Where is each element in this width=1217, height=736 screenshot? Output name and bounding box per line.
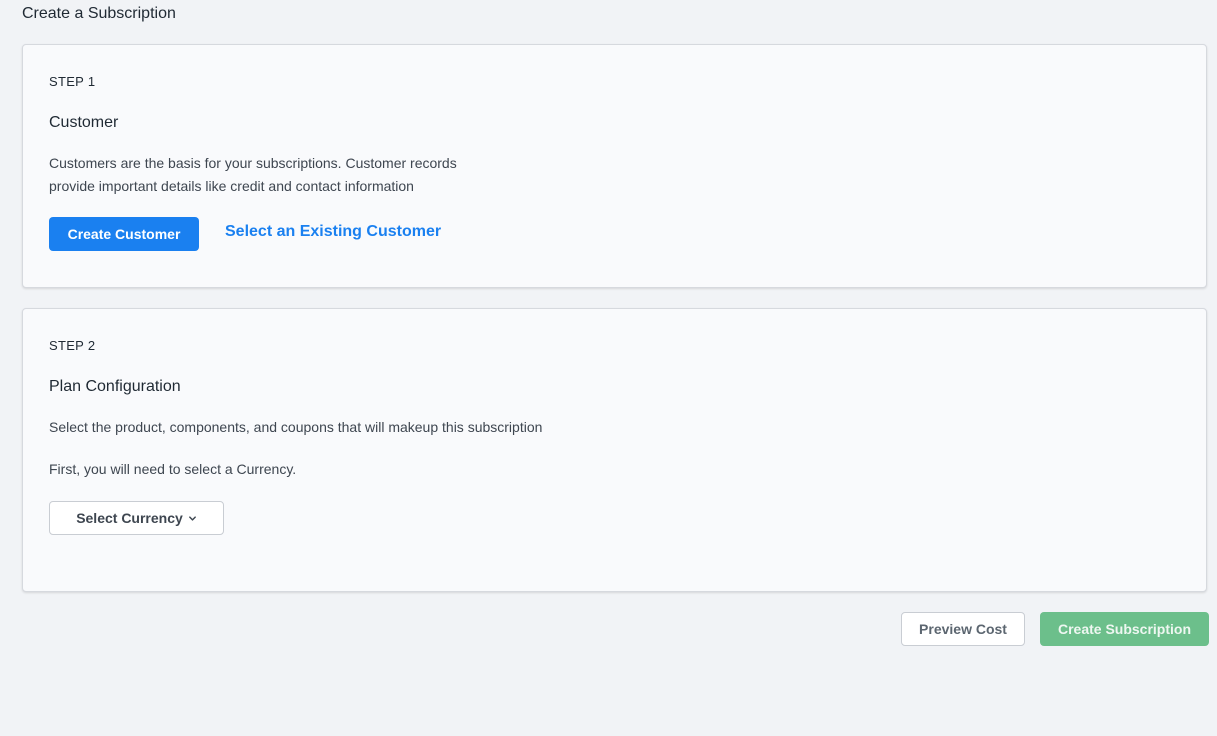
page-title: Create a Subscription (22, 5, 176, 22)
step-1-description: Customers are the basis for your subscri… (49, 152, 457, 198)
step-2-title: Plan Configuration (49, 378, 181, 395)
create-customer-button[interactable]: Create Customer (49, 217, 199, 251)
preview-cost-button[interactable]: Preview Cost (901, 612, 1025, 646)
step-1-description-line-2: provide important details like credit an… (49, 178, 414, 194)
chevron-down-icon (188, 515, 196, 521)
step-1-label: STEP 1 (49, 74, 96, 89)
select-currency-dropdown[interactable]: Select Currency (49, 501, 224, 535)
create-subscription-button[interactable]: Create Subscription (1040, 612, 1209, 646)
select-existing-customer-link[interactable]: Select an Existing Customer (225, 223, 441, 241)
select-currency-label: Select Currency (76, 510, 183, 526)
step-2-label: STEP 2 (49, 338, 96, 353)
step-1-description-line-1: Customers are the basis for your subscri… (49, 155, 457, 171)
step-1-title: Customer (49, 114, 119, 131)
step-2-card: STEP 2 Plan Configuration Select the pro… (22, 308, 1207, 592)
step-1-card: STEP 1 Customer Customers are the basis … (22, 44, 1207, 288)
step-2-description: Select the product, components, and coup… (49, 419, 543, 435)
currency-note: First, you will need to select a Currenc… (49, 461, 297, 477)
